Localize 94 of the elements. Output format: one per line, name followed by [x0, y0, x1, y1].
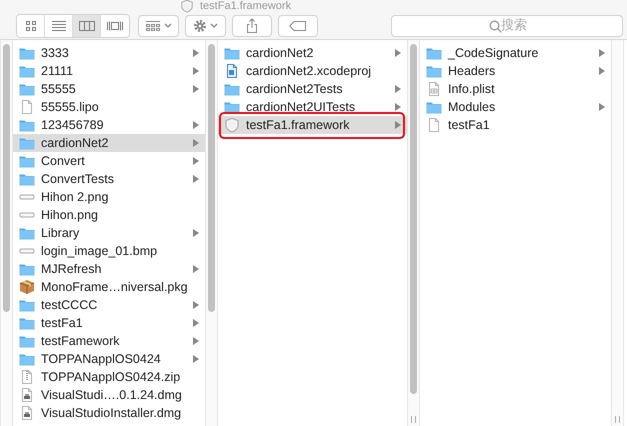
file-name: testFa1.framework: [246, 118, 351, 132]
file-row[interactable]: Headers: [420, 62, 611, 80]
disk-image-icon: [19, 387, 35, 403]
gear-icon: [193, 18, 207, 32]
document-icon: [19, 99, 35, 115]
file-name: MJRefresh: [41, 262, 102, 276]
share-icon: [246, 18, 258, 34]
file-row[interactable]: MonoFrame…niversal.pkg: [13, 278, 205, 296]
file-name: testFamework: [41, 334, 120, 348]
file-name: TOPPANapplOS0424.zip: [41, 370, 182, 384]
file-name: cardionNet2.xcodeproj: [246, 64, 372, 78]
shield-icon: [224, 117, 240, 133]
file-name: testFa1: [41, 316, 84, 330]
file-name: Headers: [448, 64, 496, 78]
caret-icon: [164, 22, 172, 28]
file-name: login_image_01.bmp: [41, 244, 158, 258]
group-icon: [145, 20, 161, 32]
file-name: cardionNet2UITests: [246, 100, 356, 114]
file-row[interactable]: Info.plist: [420, 80, 611, 98]
file-name: _CodeSignature: [448, 46, 540, 60]
file-name: Library: [41, 226, 80, 240]
zip-file-icon: [19, 369, 35, 385]
file-row[interactable]: 21111: [13, 62, 205, 80]
file-row[interactable]: VisualStudi….0.1.24.dmg: [13, 386, 205, 404]
scrollbar-thumb[interactable]: [410, 44, 417, 394]
file-name: 55555: [41, 82, 77, 96]
file-row[interactable]: ConvertTests: [13, 170, 205, 188]
file-row[interactable]: cardionNet2: [13, 134, 205, 152]
file-name: 21111: [41, 64, 74, 78]
view-mode-button[interactable]: [17, 14, 45, 36]
group-button[interactable]: [138, 14, 179, 36]
file-row[interactable]: login_image_01.bmp: [13, 242, 205, 260]
file-row[interactable]: cardionNet2: [218, 44, 407, 62]
file-row[interactable]: VisualStudioInstaller.dmg: [13, 404, 205, 422]
file-name: VisualStudi….0.1.24.dmg: [41, 388, 183, 402]
file-name: Info.plist: [448, 82, 496, 96]
file-row[interactable]: TOPPANapplOS0424.zip: [13, 368, 205, 386]
file-name: TOPPANapplOS0424: [41, 352, 162, 366]
window-title: testFa1.framework: [200, 0, 292, 12]
file-name: testCCCC: [41, 298, 98, 312]
file-row[interactable]: Hihon 2.png: [13, 188, 205, 206]
file-row[interactable]: MJRefresh: [13, 260, 205, 278]
file-row[interactable]: TOPPANapplOS0424: [13, 350, 205, 368]
file-name: Modules: [448, 100, 496, 114]
scrollbar-thumb[interactable]: [208, 44, 215, 312]
project-file-icon: [224, 63, 240, 79]
file-name: ConvertTests: [41, 172, 115, 186]
file-row[interactable]: 3333: [13, 44, 205, 62]
list-icon: [50, 18, 68, 32]
file-name: Hihon.png: [41, 208, 99, 222]
tag-button[interactable]: [278, 14, 318, 36]
file-row[interactable]: testFamework: [13, 332, 205, 350]
scrollbar-thumb[interactable]: [3, 44, 10, 312]
document-icon: [426, 117, 442, 133]
file-name: 55555.lipo: [41, 100, 100, 114]
column-resize-handle-icon[interactable]: [411, 416, 416, 423]
search-field[interactable]: 搜索: [391, 14, 623, 36]
file-name: VisualStudioInstaller.dmg: [41, 406, 182, 420]
file-row[interactable]: Hihon.png: [13, 206, 205, 224]
file-name: MonoFrame…niversal.pkg: [41, 280, 189, 294]
disk-image-icon: [19, 405, 35, 421]
file-name: Hihon 2.png: [41, 190, 110, 204]
file-name: cardionNet2: [246, 46, 314, 60]
file-name: 123456789: [41, 118, 105, 132]
file-name: 3333: [41, 46, 70, 60]
file-row[interactable]: Modules: [420, 98, 611, 116]
action-button[interactable]: [185, 14, 226, 36]
caret-icon: [210, 22, 218, 28]
file-row[interactable]: testCCCC: [13, 296, 205, 314]
file-row[interactable]: cardionNet2.xcodeproj: [218, 62, 407, 80]
column-resize-handle-icon[interactable]: [615, 416, 620, 423]
file-row[interactable]: testFa1: [13, 314, 205, 332]
file-row[interactable]: _CodeSignature: [420, 44, 611, 62]
file-name: Convert: [41, 154, 86, 168]
file-row[interactable]: cardionNet2Tests: [218, 80, 407, 98]
file-row[interactable]: Library: [13, 224, 205, 242]
view-mode-button[interactable]: [73, 14, 101, 36]
file-name: testFa1: [448, 118, 491, 132]
file-row[interactable]: Convert: [13, 152, 205, 170]
share-button[interactable]: [232, 14, 272, 36]
package-icon: [19, 279, 35, 295]
file-name: cardionNet2: [41, 136, 110, 150]
tag-icon: [289, 20, 307, 30]
cover-flow-icon: [106, 18, 124, 32]
list-file-icon: [426, 81, 442, 97]
file-row[interactable]: 55555: [13, 80, 205, 98]
search-icon: [489, 20, 502, 32]
file-row[interactable]: 55555.lipo: [13, 98, 205, 116]
file-row[interactable]: testFa1.framework: [218, 116, 407, 134]
columns-icon: [78, 18, 96, 32]
file-name: cardionNet2Tests: [246, 82, 344, 96]
file-row[interactable]: testFa1: [420, 116, 611, 134]
file-row[interactable]: cardionNet2UITests: [218, 98, 407, 116]
file-row[interactable]: 123456789: [13, 116, 205, 134]
